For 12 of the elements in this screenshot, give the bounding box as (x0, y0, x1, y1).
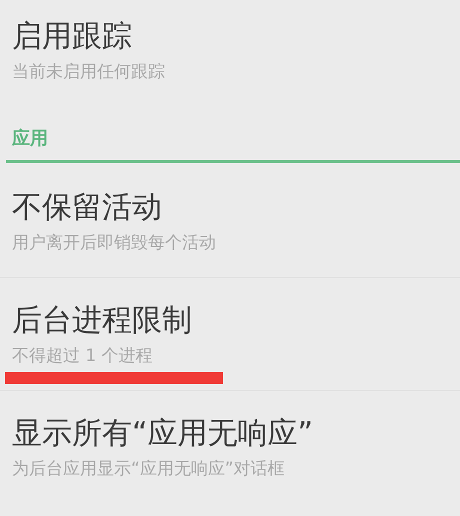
setting-item[interactable]: 后台进程限制 不得超过 1 个进程 (0, 278, 460, 391)
setting-title: 启用跟踪 (12, 18, 132, 56)
setting-summary: 不得超过 1 个进程 (12, 345, 153, 368)
setting-title: 不保留活动 (12, 189, 162, 227)
setting-item[interactable]: 显示所有“应用无响应” 为后台应用显示“应用无响应”对话框 (0, 391, 460, 481)
section-title: 应用 (12, 128, 48, 149)
setting-summary: 当前未启用任何跟踪 (12, 61, 165, 84)
setting-item[interactable]: 不保留活动 用户离开后即销毁每个活动 (0, 163, 460, 278)
setting-title: 后台进程限制 (12, 302, 192, 340)
setting-summary: 用户离开后即销毁每个活动 (12, 232, 216, 255)
setting-summary: 为后台应用显示“应用无响应”对话框 (12, 458, 285, 481)
setting-title: 显示所有“应用无响应” (12, 415, 314, 453)
